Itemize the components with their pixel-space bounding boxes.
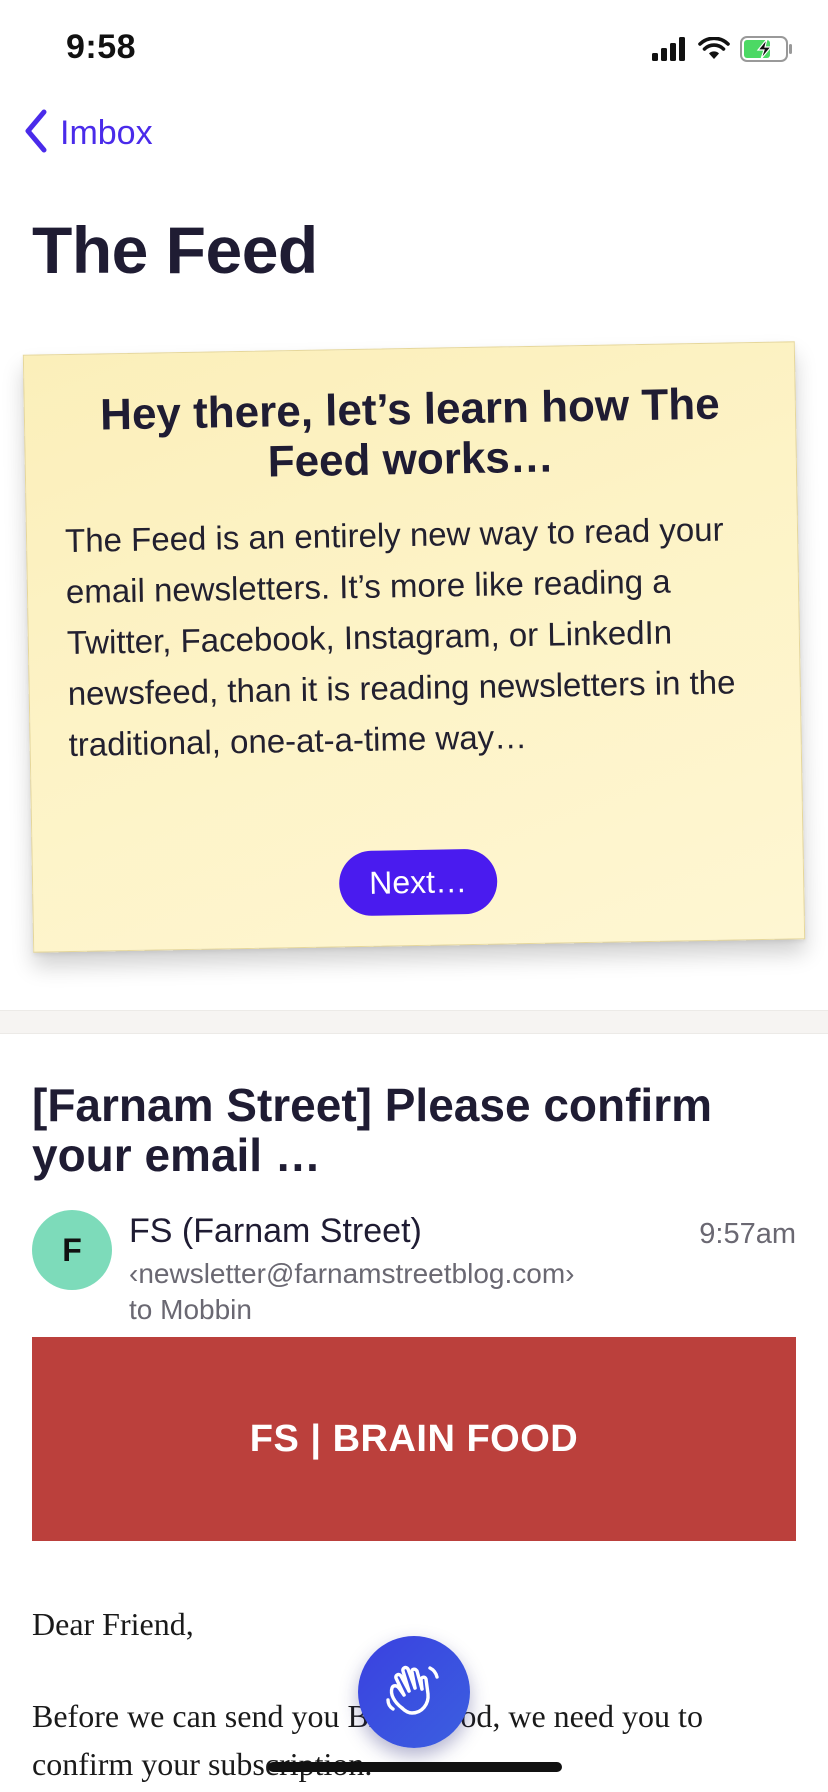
intro-card: Hey there, let’s learn how The Feed work…: [22, 341, 806, 953]
status-bar: 9:58: [0, 0, 828, 100]
status-icons: [652, 36, 794, 67]
sender-row[interactable]: F FS (Farnam Street) ‹newsletter@farnams…: [32, 1210, 796, 1325]
intro-card-body: The Feed is an entirely new way to read …: [64, 510, 736, 764]
battery-charging-icon: [740, 36, 794, 67]
recipient-line: to Mobbin: [129, 1294, 252, 1325]
newsletter-banner: FS | BRAIN FOOD: [32, 1337, 796, 1541]
intro-card-title: Hey there, let’s learn how The Feed work…: [99, 379, 720, 487]
email-time: 9:57am: [699, 1218, 796, 1250]
sender-email: ‹newsletter@farnamstreetblog.com›: [129, 1258, 575, 1289]
waving-hand-icon: [382, 1658, 446, 1727]
cellular-signal-icon: [652, 37, 688, 66]
next-button[interactable]: Next…: [338, 848, 498, 917]
chevron-left-icon: [22, 108, 52, 159]
avatar: F: [32, 1210, 112, 1290]
back-label: Imbox: [60, 114, 153, 152]
wave-action-button[interactable]: [358, 1636, 470, 1748]
banner-text: FS | BRAIN FOOD: [249, 1417, 579, 1460]
back-to-imbox-link[interactable]: Imbox: [22, 108, 153, 159]
sender-name: FS (Farnam Street): [129, 1212, 422, 1250]
section-divider: [0, 1010, 828, 1034]
page-title: The Feed: [32, 213, 318, 287]
wifi-icon: [698, 36, 730, 66]
email-subject: [Farnam Street] Please confirm your emai…: [32, 1079, 713, 1181]
status-time: 9:58: [66, 28, 137, 66]
home-indicator: [268, 1762, 562, 1772]
